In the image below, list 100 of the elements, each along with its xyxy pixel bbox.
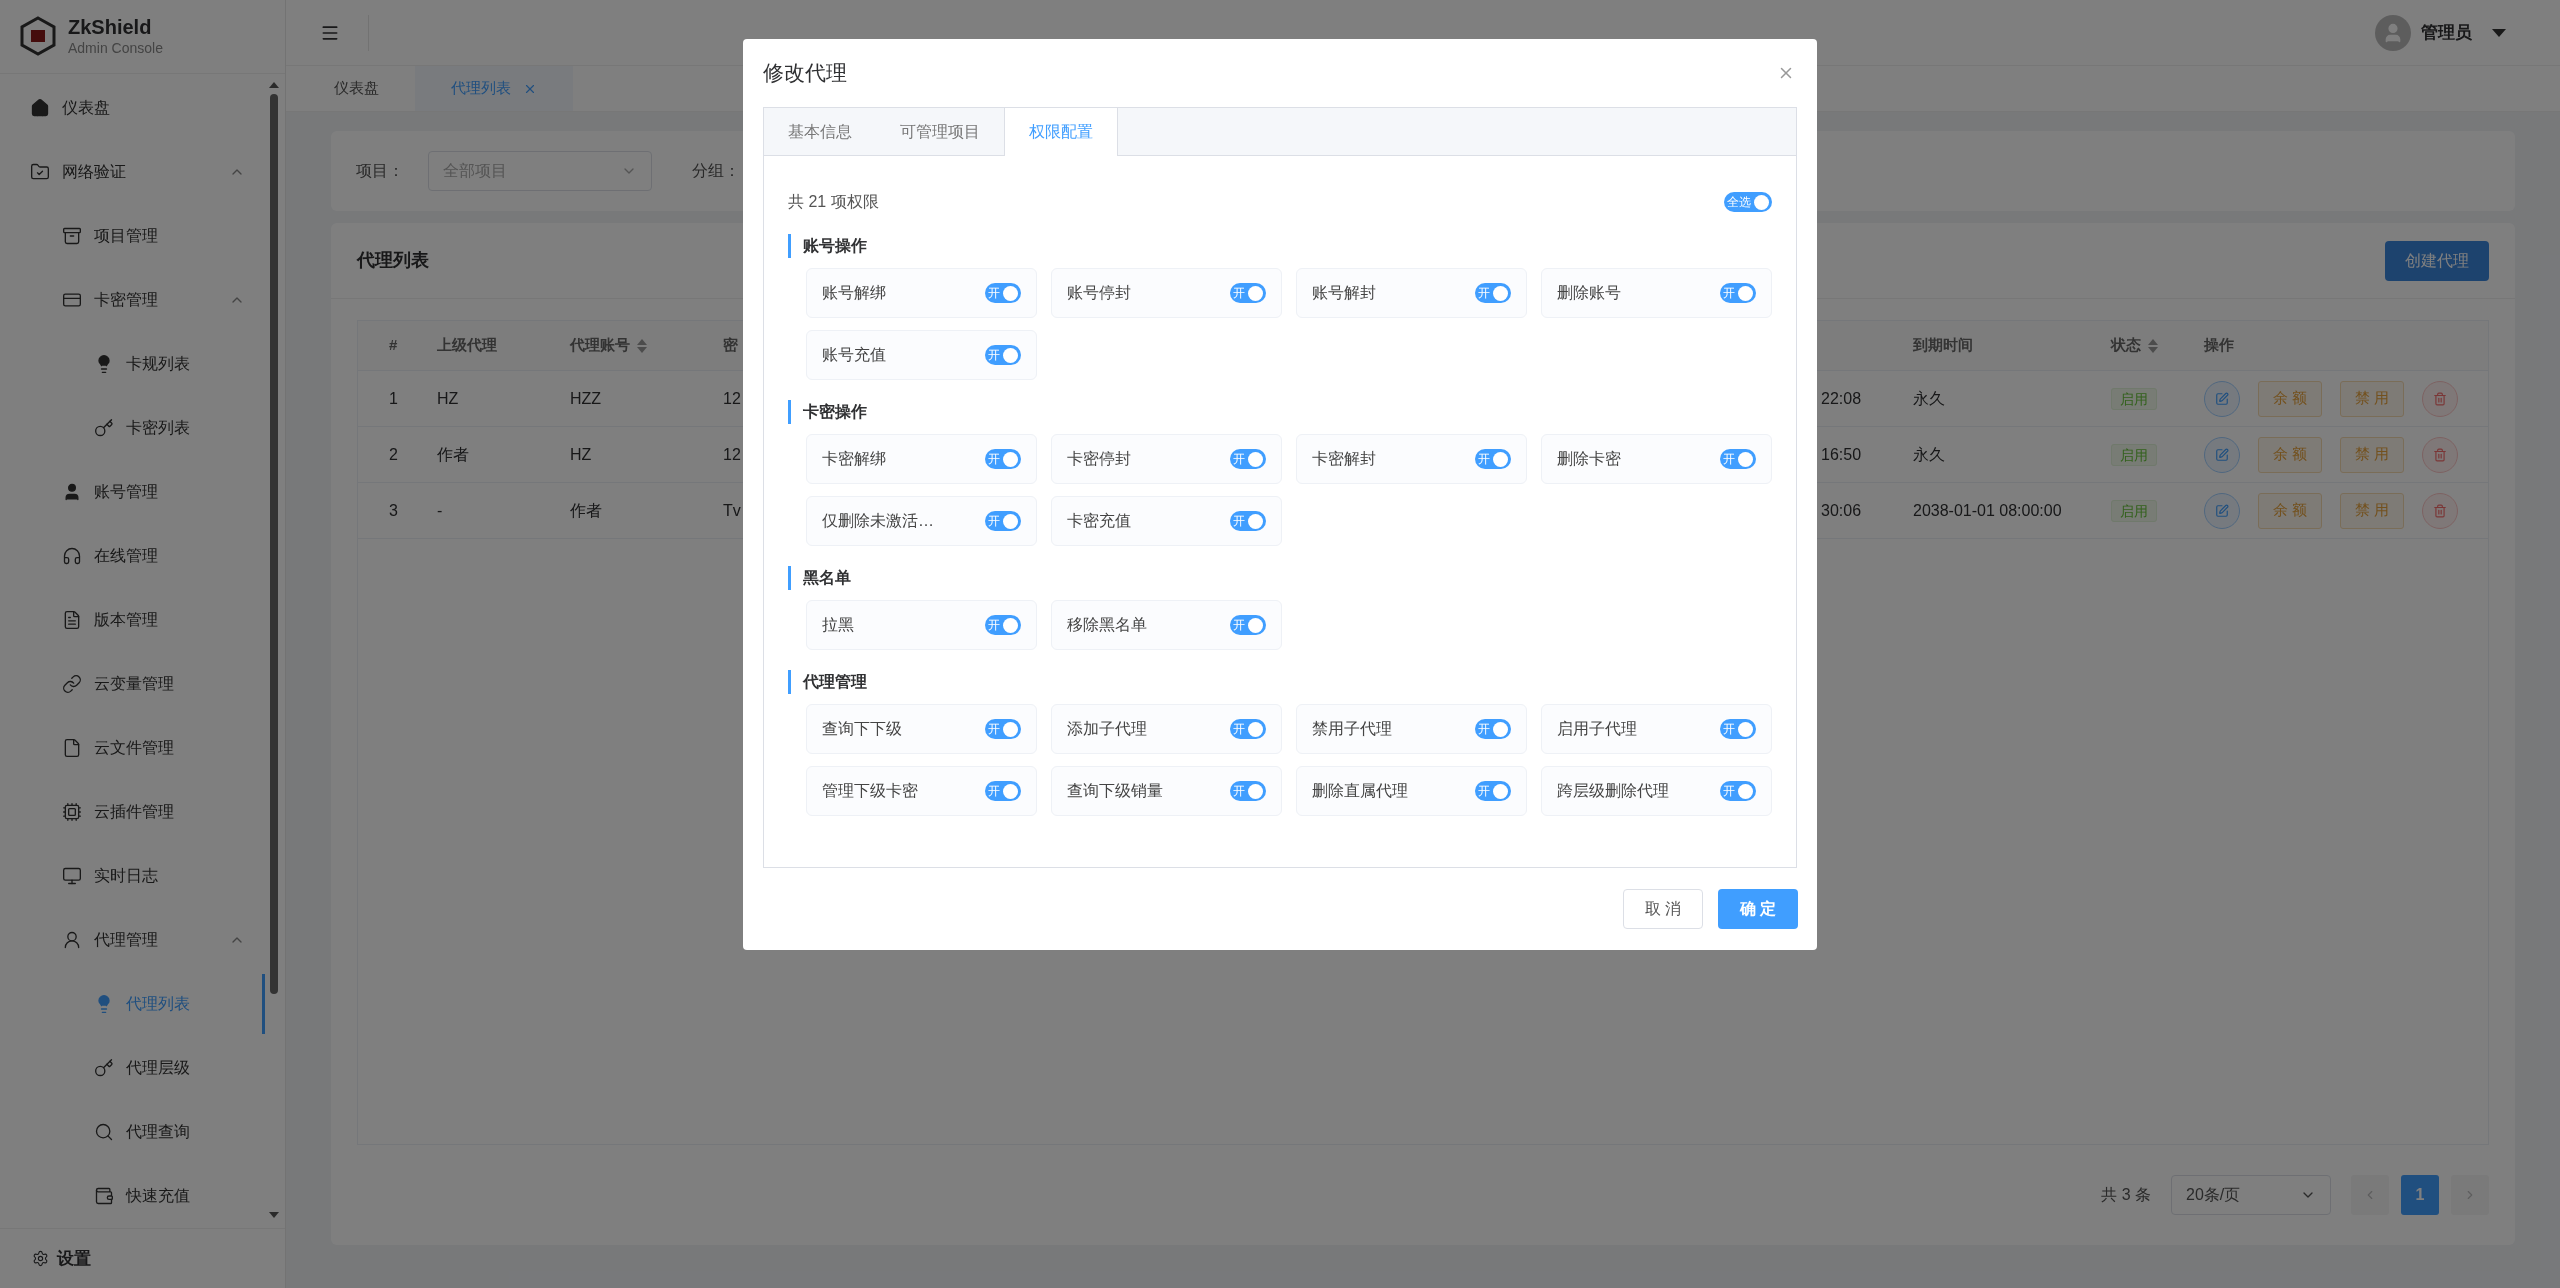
permission-switch[interactable]: 开 (1720, 781, 1756, 801)
confirm-button[interactable]: 确 定 (1718, 889, 1798, 929)
permission-switch[interactable]: 开 (1720, 719, 1756, 739)
permission-switch[interactable]: 开 (1230, 781, 1266, 801)
table-cell: 2038-01-01 08:00:00 (1913, 501, 2062, 519)
menu-item[interactable]: 在线管理 (0, 523, 285, 588)
permission-switch[interactable]: 开 (1720, 449, 1756, 469)
menu-item[interactable]: 云插件管理 (0, 779, 285, 844)
column-header: # (389, 335, 398, 356)
menu-item[interactable]: 仪表盘 (0, 75, 285, 140)
column-header: 到期时间 (1913, 335, 1973, 356)
status-tag: 启用 (2111, 387, 2157, 410)
folder-check-icon (30, 161, 50, 182)
permission-label: 删除账号 (1557, 283, 1621, 303)
edit-button[interactable] (2204, 492, 2240, 529)
delete-button[interactable] (2422, 492, 2459, 529)
cancel-button[interactable]: 取 消 (1623, 889, 1703, 929)
table-cell: 2 (389, 445, 398, 463)
table-cell: - (437, 501, 443, 519)
sort-icon[interactable] (2147, 337, 2159, 354)
permission-label: 启用子代理 (1557, 719, 1637, 739)
permission-switch[interactable]: 开 (1230, 511, 1266, 531)
permission-switch[interactable]: 开 (1230, 283, 1266, 303)
settings-item[interactable]: 设置 (0, 1227, 285, 1288)
trash-icon (2433, 447, 2448, 462)
menu-item[interactable]: 实时日志 (0, 843, 285, 908)
dialog-tab[interactable]: 权限配置 (1004, 108, 1118, 156)
permission-switch[interactable]: 开 (1230, 615, 1266, 635)
permission-switch[interactable]: 开 (985, 615, 1021, 635)
permission-switch[interactable]: 开 (1475, 719, 1511, 739)
tray-icon (62, 225, 82, 246)
permission-label: 查询下级销量 (1067, 781, 1163, 801)
house-icon (30, 97, 50, 118)
permission-switch[interactable]: 开 (985, 283, 1021, 303)
create-agent-button[interactable]: 创建代理 (2385, 240, 2489, 281)
delete-button[interactable] (2422, 436, 2459, 473)
edit-icon (2215, 391, 2229, 406)
permission-switch[interactable]: 开 (1720, 283, 1756, 303)
menu-item[interactable]: 代理列表 (0, 971, 285, 1036)
sort-icon[interactable] (636, 337, 648, 354)
disable-button[interactable]: 禁 用 (2340, 436, 2405, 473)
permission-label: 拉黑 (822, 615, 854, 635)
key-icon (94, 417, 114, 438)
menu-item[interactable]: 项目管理 (0, 203, 285, 268)
menu-item[interactable]: 账号管理 (0, 459, 285, 524)
disable-button[interactable]: 禁 用 (2340, 492, 2405, 529)
delete-button[interactable] (2422, 380, 2459, 417)
link-icon (62, 673, 82, 694)
menu-item[interactable]: 卡密管理 (0, 267, 285, 332)
permission-label: 卡密解绑 (822, 449, 886, 469)
user-menu[interactable]: 管理员 (2363, 8, 2518, 57)
permission-switch[interactable]: 开 (1475, 781, 1511, 801)
menu-item[interactable]: 代理层级 (0, 1035, 285, 1100)
balance-button[interactable]: 余 额 (2258, 436, 2323, 473)
permission-label: 账号解绑 (822, 283, 886, 303)
edit-button[interactable] (2204, 380, 2240, 417)
prev-page-button[interactable] (2351, 1175, 2389, 1215)
page-tab[interactable]: 仪表盘 (298, 66, 415, 111)
menu-item[interactable]: 卡规列表 (0, 331, 285, 396)
next-page-button[interactable] (2451, 1175, 2489, 1215)
search-icon (94, 1121, 114, 1142)
permission-switch[interactable]: 开 (1230, 449, 1266, 469)
select-all-switch[interactable]: 全选 (1724, 192, 1772, 212)
page-button[interactable]: 1 (2401, 1175, 2439, 1215)
permission-switch[interactable]: 开 (1475, 283, 1511, 303)
trash-icon (2433, 391, 2448, 406)
permission-switch[interactable]: 开 (1230, 719, 1266, 739)
menu-item[interactable]: 代理查询 (0, 1099, 285, 1164)
menu-item[interactable]: 卡密列表 (0, 395, 285, 460)
column-header: 状态 (2111, 335, 2141, 356)
card-title: 代理列表 (357, 249, 429, 272)
edit-icon (2215, 503, 2229, 518)
balance-button[interactable]: 余 额 (2258, 492, 2323, 529)
menu-item[interactable]: 云变量管理 (0, 651, 285, 716)
permission-switch[interactable]: 开 (985, 345, 1021, 365)
permission-switch[interactable]: 开 (985, 449, 1021, 469)
edit-button[interactable] (2204, 436, 2240, 473)
table-cell: 12 (723, 445, 741, 463)
permission-switch[interactable]: 开 (985, 719, 1021, 739)
table-cell: 30:06 (1821, 501, 1862, 519)
menu-item[interactable]: 云文件管理 (0, 715, 285, 780)
page-tab[interactable]: 代理列表 (415, 66, 573, 111)
dialog-title: 修改代理 (763, 60, 847, 87)
section-title: 账号操作 (788, 234, 1772, 258)
page-size-select[interactable]: 20条/页 (2171, 1175, 2331, 1215)
permission-switch[interactable]: 开 (1475, 449, 1511, 469)
permission-switch[interactable]: 开 (985, 511, 1021, 531)
disable-button[interactable]: 禁 用 (2340, 380, 2405, 417)
balance-button[interactable]: 余 额 (2258, 380, 2323, 417)
scrollbar[interactable] (269, 82, 279, 1218)
menu-item[interactable]: 快速充值 (0, 1163, 285, 1228)
chip-icon (62, 801, 82, 822)
menu-item[interactable]: 代理管理 (0, 907, 285, 972)
document-icon (62, 609, 82, 630)
permission-label: 移除黑名单 (1067, 615, 1147, 635)
permission-switch[interactable]: 开 (985, 781, 1021, 801)
menu-item[interactable]: 版本管理 (0, 587, 285, 652)
dialog-tab[interactable]: 可管理项目 (876, 108, 1004, 155)
dialog-tab[interactable]: 基本信息 (764, 108, 876, 155)
menu-item[interactable]: 网络验证 (0, 139, 285, 204)
